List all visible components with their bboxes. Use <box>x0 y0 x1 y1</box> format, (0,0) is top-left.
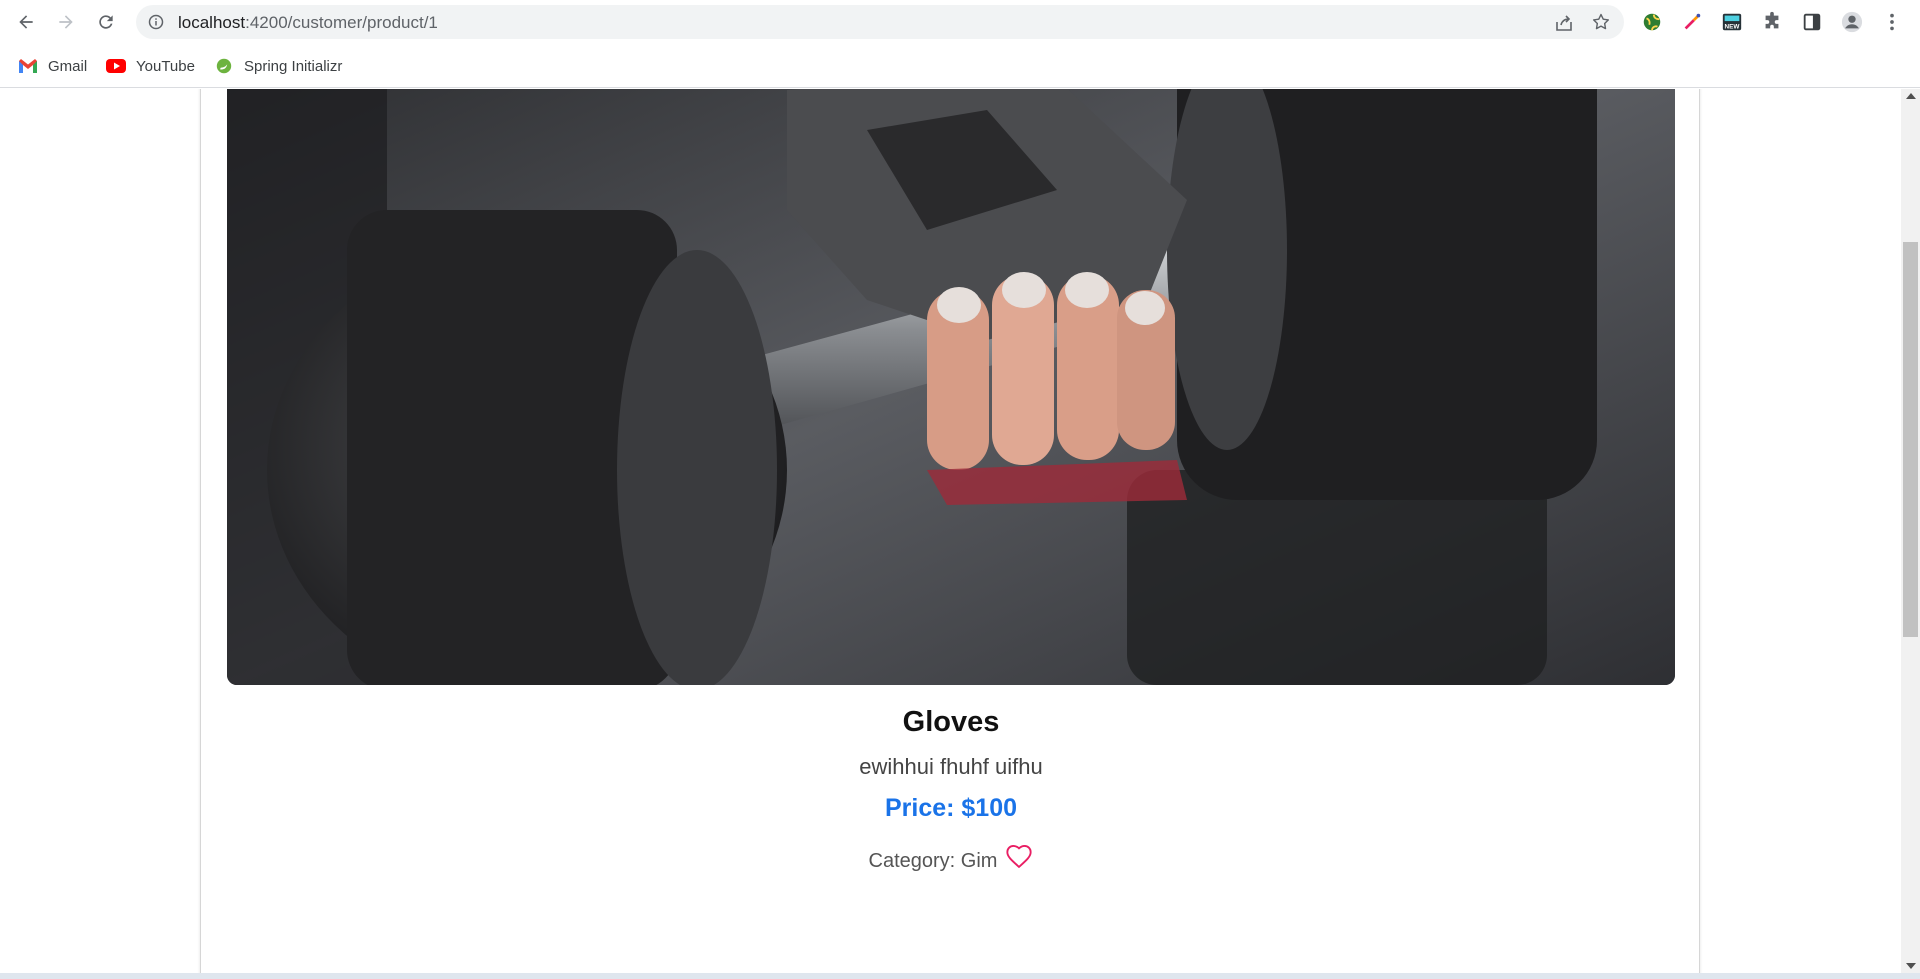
forward-button[interactable] <box>50 6 82 38</box>
puzzle-extensions-icon[interactable] <box>1760 10 1784 34</box>
scroll-down-arrow[interactable] <box>1906 963 1916 969</box>
bookmark-spring-initializr[interactable]: Spring Initializr <box>214 55 342 77</box>
page-scrollbar[interactable] <box>1901 89 1920 973</box>
address-bar[interactable]: localhost:4200/customer/product/1 <box>136 5 1624 39</box>
bookmark-label: YouTube <box>136 57 195 75</box>
bookmark-label: Spring Initializr <box>244 57 343 75</box>
url-host: localhost <box>178 13 246 32</box>
window-bottom-edge <box>0 973 1920 979</box>
back-button[interactable] <box>10 6 42 38</box>
info-icon[interactable] <box>148 14 164 30</box>
youtube-icon <box>106 59 126 73</box>
arrow-right-icon <box>59 15 73 29</box>
browser-toolbar: localhost:4200/customer/product/1 NEW <box>0 0 1920 44</box>
spring-icon <box>216 58 232 74</box>
new-extension-icon[interactable]: NEW <box>1720 10 1744 34</box>
product-category: Category: Gim <box>868 850 998 872</box>
bookmark-label: Gmail <box>48 57 88 75</box>
menu-kebab-icon[interactable] <box>1880 10 1904 34</box>
color-picker-extension-icon[interactable] <box>1680 10 1704 34</box>
product-category-row: Category: Gim <box>201 844 1701 873</box>
url-text[interactable]: localhost:4200/customer/product/1 <box>178 13 438 33</box>
profile-avatar-icon[interactable] <box>1840 10 1864 34</box>
product-name: Gloves <box>902 706 1000 738</box>
page-viewport: Gloves ewihhui fhuhf uifhu Price: $100 C… <box>0 89 1901 973</box>
product-card: Gloves ewihhui fhuhf uifhu Price: $100 C… <box>200 89 1700 973</box>
star-icon[interactable] <box>1591 12 1611 32</box>
product-image <box>227 89 1675 685</box>
dumbbell-photo <box>227 89 1675 685</box>
scroll-up-arrow[interactable] <box>1906 93 1916 99</box>
scroll-thumb[interactable] <box>1903 242 1918 637</box>
globe-extension-icon[interactable] <box>1640 10 1664 34</box>
bookmarks-bar: Gmail YouTube Spring Initializr <box>0 44 1920 88</box>
share-icon[interactable] <box>1554 13 1574 33</box>
product-description: ewihhui fhuhf uifhu <box>859 754 1043 779</box>
bookmark-gmail[interactable]: Gmail <box>18 55 87 77</box>
url-path: :4200/customer/product/1 <box>245 13 438 32</box>
bookmark-youtube[interactable]: YouTube <box>106 55 195 77</box>
heart-icon[interactable] <box>1005 843 1033 871</box>
extension-badge-text: NEW <box>1725 23 1741 30</box>
gmail-icon <box>19 59 37 73</box>
reload-button[interactable] <box>90 6 122 38</box>
reload-icon <box>99 15 113 29</box>
side-panel-icon[interactable] <box>1800 10 1824 34</box>
product-price: Price: $100 <box>884 794 1018 822</box>
arrow-left-icon <box>19 15 33 29</box>
